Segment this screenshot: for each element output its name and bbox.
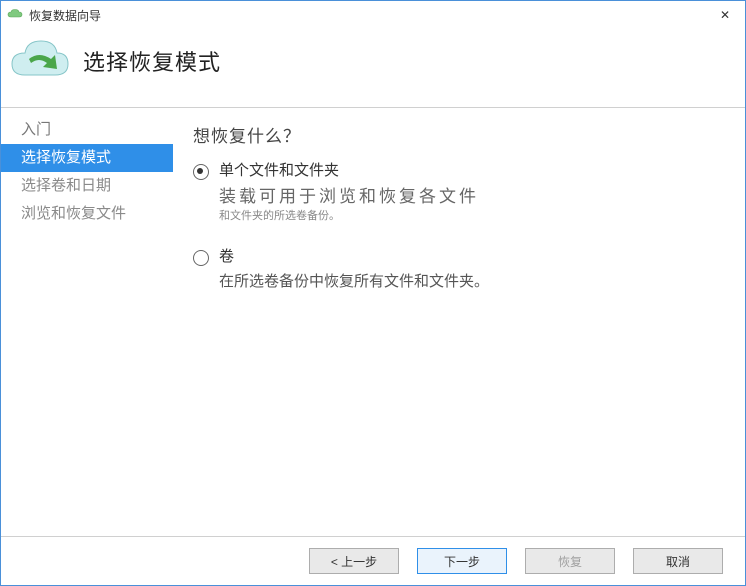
option-single-files-body: 单个文件和文件夹 装载可用于浏览和恢复各文件 和文件夹的所选卷备份。	[219, 161, 721, 223]
option-volume-title: 卷	[219, 247, 721, 267]
wizard-window: 恢复数据向导 ✕ 选择恢复模式 入门 选择恢复模式 选择卷和日期 浏览和恢复文件…	[0, 0, 746, 586]
page-title: 选择恢复模式	[83, 45, 221, 77]
sidebar-item-select-volume[interactable]: 选择卷和日期	[1, 172, 173, 200]
wizard-content: 想恢复什么？ 单个文件和文件夹 装载可用于浏览和恢复各文件 和文件夹的所选卷备份…	[173, 108, 745, 536]
titlebar: 恢复数据向导 ✕	[1, 1, 745, 29]
wizard-header: 选择恢复模式	[1, 29, 745, 107]
option-single-files-fine: 和文件夹的所选卷备份。	[219, 207, 721, 223]
option-volume[interactable]: 卷 在所选卷备份中恢复所有文件和文件夹。	[193, 247, 721, 293]
close-button[interactable]: ✕	[705, 1, 745, 29]
sidebar-item-select-mode[interactable]: 选择恢复模式	[1, 144, 173, 172]
wizard-steps-sidebar: 入门 选择恢复模式 选择卷和日期 浏览和恢复文件	[1, 108, 173, 536]
next-button[interactable]: 下一步	[417, 548, 507, 574]
sidebar-item-browse[interactable]: 浏览和恢复文件	[1, 200, 173, 228]
option-single-files[interactable]: 单个文件和文件夹 装载可用于浏览和恢复各文件 和文件夹的所选卷备份。	[193, 161, 721, 223]
option-volume-desc: 在所选卷备份中恢复所有文件和文件夹。	[219, 271, 721, 293]
close-icon: ✕	[720, 8, 730, 22]
wizard-body: 入门 选择恢复模式 选择卷和日期 浏览和恢复文件 想恢复什么？ 单个文件和文件夹…	[1, 108, 745, 536]
content-question: 想恢复什么？	[193, 122, 721, 147]
option-single-files-desc: 装载可用于浏览和恢复各文件	[219, 185, 721, 209]
window-title: 恢复数据向导	[29, 7, 101, 24]
radio-volume[interactable]	[193, 250, 209, 266]
option-volume-body: 卷 在所选卷备份中恢复所有文件和文件夹。	[219, 247, 721, 293]
sidebar-item-intro[interactable]: 入门	[1, 116, 173, 144]
recover-button: 恢复	[525, 548, 615, 574]
cancel-button[interactable]: 取消	[633, 548, 723, 574]
cloud-restore-icon	[9, 37, 71, 85]
option-single-files-title: 单个文件和文件夹	[219, 161, 721, 181]
back-button[interactable]: < 上一步	[309, 548, 399, 574]
app-icon	[7, 7, 23, 23]
wizard-footer: < 上一步 下一步 恢复 取消	[1, 536, 745, 585]
radio-single-files[interactable]	[193, 164, 209, 180]
